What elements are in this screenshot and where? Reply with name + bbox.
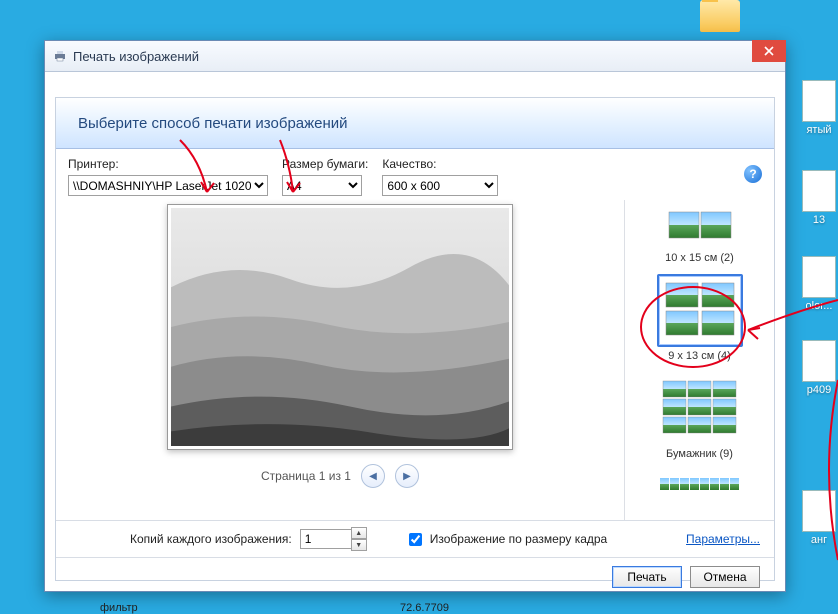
layout-thumb bbox=[657, 274, 743, 347]
folder-icon bbox=[700, 0, 740, 32]
fit-frame-label: Изображение по размеру кадра bbox=[430, 532, 607, 546]
settings-row: Принтер: \\DOMASHNIY\HP LaserJet 1020 Ра… bbox=[56, 149, 774, 200]
bg-text-2: 72.6.7709 bbox=[400, 602, 449, 614]
quality-label: Качество: bbox=[382, 157, 498, 171]
titlebar: Печать изображений bbox=[45, 41, 785, 72]
banner-text: Выберите способ печати изображений bbox=[78, 115, 348, 132]
printer-select[interactable]: \\DOMASHNIY\HP LaserJet 1020 bbox=[68, 175, 268, 196]
desktop-file-3[interactable]: olor... bbox=[789, 256, 838, 312]
layout-list[interactable]: 10 x 15 см (2) 9 x 13 см (4) bbox=[624, 200, 774, 520]
layout-item-wallet[interactable]: Бумажник (9) bbox=[631, 372, 768, 460]
layout-caption: 10 x 15 см (2) bbox=[631, 252, 768, 264]
layout-thumb bbox=[654, 372, 746, 445]
printer-label: Принтер: bbox=[68, 157, 268, 171]
layout-caption: Бумажник (9) bbox=[631, 448, 768, 460]
preview-image bbox=[171, 208, 509, 446]
cancel-button[interactable]: Отмена bbox=[690, 566, 760, 588]
desktop-label: анг bbox=[789, 534, 838, 546]
printer-icon bbox=[53, 49, 67, 63]
prev-page-button[interactable]: ◀ bbox=[361, 464, 385, 488]
desktop-file-4[interactable]: p409 bbox=[789, 340, 838, 396]
desktop-label: p409 bbox=[789, 384, 838, 396]
desktop-label: olor... bbox=[789, 300, 838, 312]
paper-size-select[interactable]: A4 bbox=[282, 175, 362, 196]
layout-item-9x13[interactable]: 9 x 13 см (4) bbox=[631, 274, 768, 362]
copies-down-button[interactable]: ▼ bbox=[351, 539, 367, 551]
desktop-file-2[interactable]: 13 bbox=[789, 170, 838, 226]
desktop-label: ятый bbox=[789, 124, 838, 136]
file-icon bbox=[802, 256, 836, 298]
print-pictures-dialog: Печать изображений Выберите способ печат… bbox=[44, 40, 786, 592]
close-button[interactable] bbox=[752, 40, 786, 62]
layout-item-10x15[interactable]: 10 x 15 см (2) bbox=[631, 204, 768, 264]
quality-select[interactable]: 600 x 600 bbox=[382, 175, 498, 196]
options-link[interactable]: Параметры... bbox=[686, 532, 760, 546]
copies-spinner: ▲ ▼ bbox=[300, 527, 367, 551]
main-area: Страница 1 из 1 ◀ ▶ 10 x 15 см (2) bbox=[56, 200, 774, 520]
dialog-title: Печать изображений bbox=[73, 49, 199, 64]
fit-frame-input[interactable] bbox=[409, 533, 422, 546]
file-icon bbox=[802, 170, 836, 212]
layout-thumb bbox=[661, 204, 739, 249]
copies-label: Копий каждого изображения: bbox=[130, 532, 292, 546]
desktop-label: 13 bbox=[789, 214, 838, 226]
instruction-banner: Выберите способ печати изображений bbox=[56, 98, 774, 149]
desktop-file-5[interactable]: анг bbox=[789, 490, 838, 546]
close-icon bbox=[764, 46, 774, 56]
file-icon bbox=[802, 490, 836, 532]
fit-frame-checkbox[interactable]: Изображение по размеру кадра bbox=[405, 530, 607, 549]
file-icon bbox=[802, 80, 836, 122]
paper-size-label: Размер бумаги: bbox=[282, 157, 368, 171]
preview-area: Страница 1 из 1 ◀ ▶ bbox=[56, 200, 624, 520]
help-button[interactable]: ? bbox=[744, 165, 762, 183]
dialog-body: Выберите способ печати изображений Принт… bbox=[55, 97, 775, 581]
copies-row: Копий каждого изображения: ▲ ▼ Изображен… bbox=[56, 521, 774, 557]
print-button[interactable]: Печать bbox=[612, 566, 682, 588]
layout-item-contact[interactable] bbox=[631, 470, 768, 501]
copies-up-button[interactable]: ▲ bbox=[351, 527, 367, 539]
bg-text-1: фильтр bbox=[100, 602, 138, 614]
file-icon bbox=[802, 340, 836, 382]
copies-input[interactable] bbox=[300, 529, 352, 549]
desktop-file-1[interactable]: ятый bbox=[789, 80, 838, 136]
buttons-row: Печать Отмена bbox=[56, 558, 774, 596]
pager: Страница 1 из 1 ◀ ▶ bbox=[261, 464, 419, 488]
layout-caption: 9 x 13 см (4) bbox=[631, 350, 768, 362]
desktop-folder[interactable] bbox=[690, 0, 750, 34]
layout-thumb bbox=[653, 470, 747, 501]
next-page-button[interactable]: ▶ bbox=[395, 464, 419, 488]
pager-text: Страница 1 из 1 bbox=[261, 469, 351, 483]
page-preview bbox=[167, 204, 513, 450]
